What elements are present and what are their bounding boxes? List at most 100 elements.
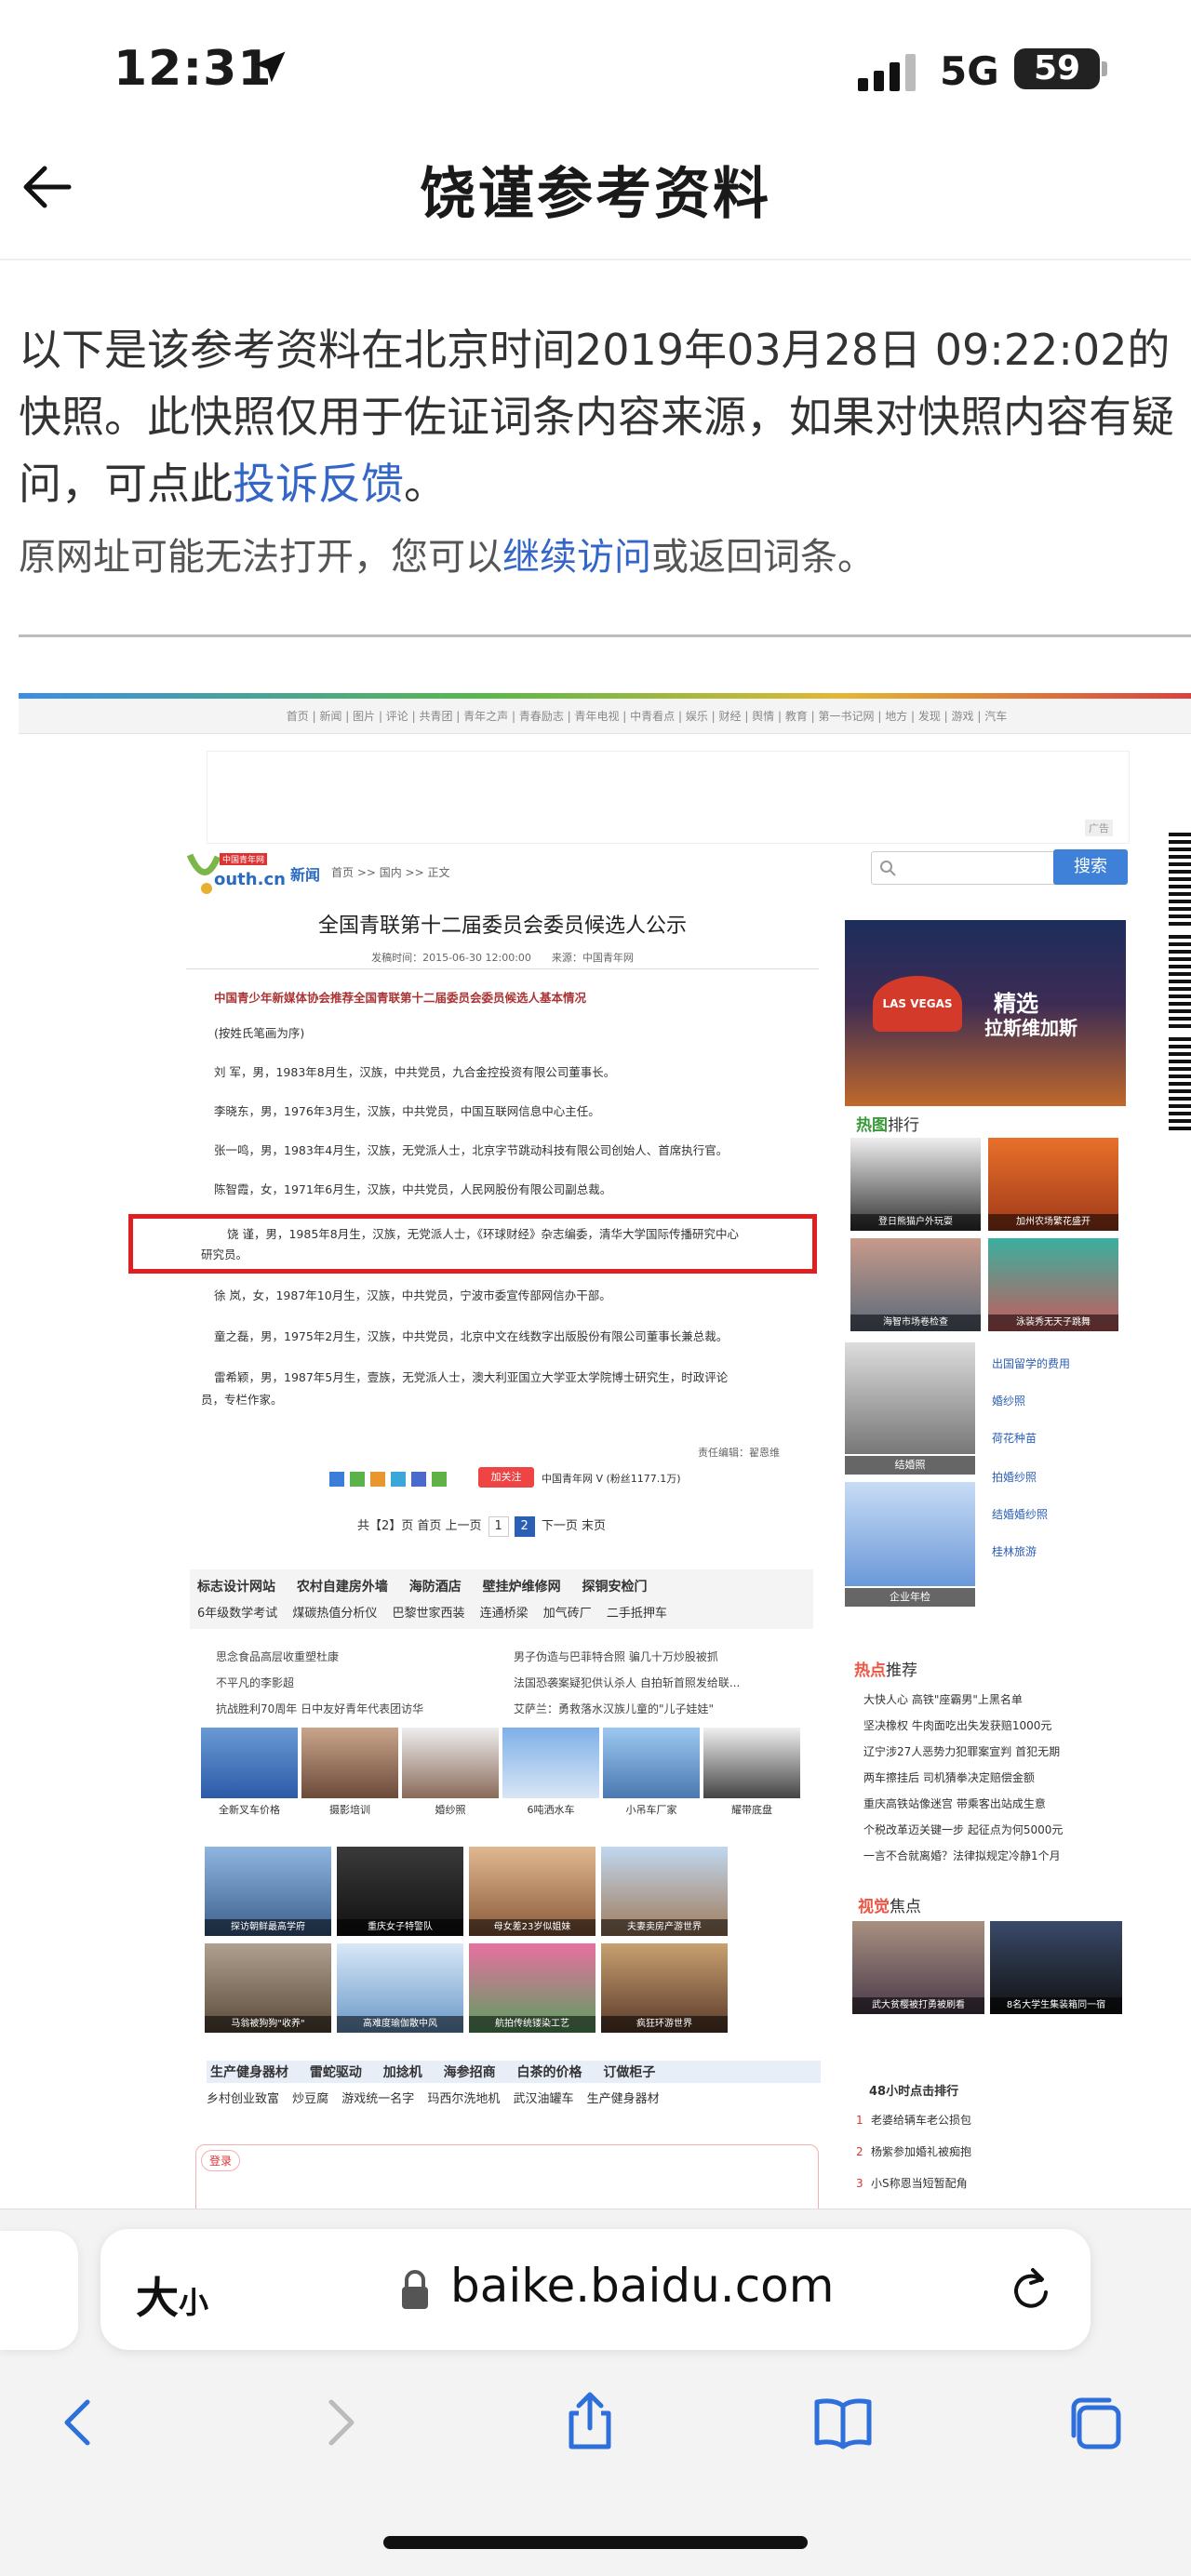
hot-recommend-link[interactable]: 坚决橡权 牛肉面吃出失发获赔1000元: [863, 1713, 1051, 1739]
news-photo[interactable]: 疯狂环游世界: [601, 1943, 728, 2033]
news-photo[interactable]: 航拍传统镂染工艺: [469, 1943, 596, 2033]
truck-image[interactable]: [502, 1728, 599, 1798]
url-text[interactable]: baike.baidu.com: [450, 2259, 834, 2313]
side-link[interactable]: 拍婚纱照: [992, 1469, 1037, 1485]
status-bar: 12:31 5G 59: [0, 0, 1191, 140]
hot-image[interactable]: 海智市场卷检查: [850, 1238, 981, 1331]
side-link[interactable]: 婚纱照: [992, 1393, 1025, 1408]
rank-link[interactable]: 小S称恩当短暂配角: [871, 2170, 968, 2196]
hot-image[interactable]: 泳装秀无天子跳舞: [988, 1238, 1118, 1331]
title-rest: 排行: [888, 1116, 919, 1135]
crane-image[interactable]: [603, 1728, 700, 1798]
thumb-caption[interactable]: 小吊车厂家: [603, 1802, 700, 1817]
page-1-button[interactable]: 1: [488, 1516, 509, 1537]
rank-num: 2: [856, 2145, 863, 2158]
chassis-image[interactable]: [703, 1728, 800, 1798]
side-link[interactable]: 结婚婚纱照: [992, 1506, 1048, 1522]
side-link[interactable]: 出国留学的费用: [992, 1355, 1070, 1371]
news-link[interactable]: 法国恐袭案疑犯供认杀人 自拍斩首照发给联...: [514, 1670, 740, 1696]
ad-subline: 拉斯维加斯: [984, 1017, 1077, 1039]
text-size-button[interactable]: 大小: [136, 2264, 208, 2326]
logo-badge: 中国青年网: [220, 853, 268, 865]
site-search-input[interactable]: [871, 851, 1079, 885]
news-link[interactable]: 艾萨兰：勇救落水汉族儿童的"儿子娃娃": [514, 1696, 714, 1722]
business-ad-image[interactable]: [845, 1482, 975, 1586]
hot-recommend-link[interactable]: 一言不合就离婚？法律拟规定冷静1个月: [863, 1843, 1061, 1869]
news-link[interactable]: 不平凡的李影超: [216, 1670, 294, 1696]
news-photo[interactable]: 高难度瑜伽散中风: [337, 1943, 463, 2033]
person-entry: 李晓东，男，1976年3月生，汉族，中共党员，中国互联网信息中心主任。: [214, 1104, 600, 1118]
hot-recommend-link[interactable]: 重庆高铁站像迷宫 带乘客出站成生意: [863, 1791, 1046, 1817]
article-title: 全国青联第十二届委员会委员候选人公示: [317, 914, 687, 938]
hot-recommend-link[interactable]: 辽宁涉27人恶势力犯罪案宣判 首犯无期: [863, 1739, 1060, 1765]
thumb-caption[interactable]: 6吨洒水车: [502, 1802, 599, 1817]
previous-tab-preview[interactable]: [0, 2231, 78, 2350]
back-arrow-icon[interactable]: [15, 154, 80, 220]
signal-bars-icon: [858, 54, 916, 91]
news-photo[interactable]: 重庆女子特警队: [337, 1847, 463, 1936]
visual-photo[interactable]: 8名大学生集装箱同一宿: [990, 1921, 1122, 2014]
share-icons[interactable]: [329, 1469, 460, 1489]
page-2-button[interactable]: 2: [514, 1516, 535, 1537]
rank-link[interactable]: 杨紫参加婚礼被痴抱: [871, 2139, 971, 2165]
rank-link[interactable]: 老婆给辆车老公损包: [871, 2107, 971, 2133]
thumb-caption[interactable]: 婚纱照: [402, 1802, 499, 1817]
login-button[interactable]: 登录: [201, 2150, 241, 2171]
title-accent: 视觉: [858, 1898, 890, 1916]
comment-box[interactable]: [195, 2144, 819, 2209]
side-link[interactable]: 桂林旅游: [992, 1543, 1037, 1559]
editor-credit: 责任编辑：翟恩维: [698, 1447, 780, 1459]
header-divider: [0, 259, 1191, 260]
hot-recommend-link[interactable]: 个税改革迈关键一步 起征点为何5000元: [863, 1817, 1063, 1843]
news-link[interactable]: 男子伪造与巴菲特合照 骗几十万炒股被抓: [514, 1644, 718, 1670]
news-photo[interactable]: 探访朝鲜最高学府: [205, 1847, 331, 1936]
hot-image[interactable]: 加州农场繁花盛开: [988, 1138, 1118, 1231]
pager-prefix[interactable]: 共【2】页 首页 上一页: [357, 1519, 482, 1533]
person-entry: 张一鸣，男，1983年4月生，汉族，无党派人士，北京字节跳动科技有限公司创始人、…: [214, 1143, 729, 1157]
pager-suffix[interactable]: 下一页 末页: [542, 1519, 606, 1533]
vegas-ad[interactable]: LAS VEGAS 精选 拉斯维加斯: [845, 920, 1126, 1106]
hot-recommend-link[interactable]: 大快人心 高铁"座霸男"上黑名单: [863, 1687, 1023, 1713]
notice-line-3-end: 。: [404, 459, 447, 509]
keyword-row[interactable]: 乡村创业致富 炒豆腐 游戏统一名字 玛西尔洗地机 武汉油罐车 生产健身器材: [207, 2089, 821, 2106]
wedding-ad-image[interactable]: [845, 1342, 975, 1454]
home-indicator: [383, 2536, 808, 2549]
reload-icon[interactable]: [1005, 2264, 1057, 2316]
hot-recommend-link[interactable]: 两车擦挂后 司机猜拳决定赔偿金额: [863, 1765, 1035, 1791]
bookmarks-icon[interactable]: [808, 2387, 878, 2458]
news-link[interactable]: 抗战胜利70周年 日中友好青年代表团访华: [216, 1696, 423, 1722]
visual-photo[interactable]: 武大贫樱被打勇被刷看: [852, 1921, 984, 2014]
news-photo[interactable]: 马翁被狗狗"收养": [205, 1943, 331, 2033]
complaint-feedback-link[interactable]: 投诉反馈: [233, 459, 404, 509]
tabs-icon[interactable]: [1061, 2387, 1131, 2458]
logo-section: 新闻: [290, 866, 321, 884]
news-photo[interactable]: 母女差23岁似姐妹: [469, 1847, 596, 1936]
continue-visit-link[interactable]: 继续访问: [502, 536, 651, 579]
share-icon[interactable]: [555, 2387, 625, 2458]
divider: [19, 634, 1191, 637]
back-icon[interactable]: [45, 2387, 115, 2458]
thumb-caption[interactable]: 耀带底盘: [703, 1802, 800, 1817]
bus-image[interactable]: [201, 1728, 298, 1798]
portrait-image[interactable]: [301, 1728, 398, 1798]
keyword-row[interactable]: 生产健身器材 雷蛇驱动 加捻机 海参招商 白茶的价格 订做柜子: [207, 2061, 821, 2083]
news-link[interactable]: 思念食品高层收重塑杜康: [216, 1644, 339, 1670]
highlight-box: [128, 1214, 817, 1274]
thumb-caption[interactable]: 全新叉车价格: [201, 1802, 298, 1817]
photo-caption: 高难度瑜伽散中风: [337, 2016, 463, 2033]
thumb-caption[interactable]: 摄影培训: [301, 1802, 398, 1817]
breadcrumb[interactable]: 首页 >> 国内 >> 正文: [331, 864, 449, 880]
keyword-row[interactable]: 6年级数学考试 煤碳热值分析仪 巴黎世家西装 连通桥梁 加气砖厂 二手抵押车: [197, 1603, 811, 1621]
rank-num: 3: [856, 2177, 863, 2190]
news-photo[interactable]: 夫妻卖房产游世界: [601, 1847, 728, 1936]
hot-image[interactable]: 登日熊猫户外玩耍: [850, 1138, 981, 1231]
side-link[interactable]: 荷花种苗: [992, 1430, 1037, 1446]
search-button[interactable]: 搜索: [1053, 849, 1128, 885]
follow-button[interactable]: 加关注: [478, 1467, 534, 1488]
site-top-nav[interactable]: 首页 | 新闻 | 图片 | 评论 | 共青团 | 青年之声 | 青春励志 | …: [19, 699, 1191, 734]
forward-icon[interactable]: [303, 2387, 374, 2458]
keyword-row[interactable]: 标志设计网站 农村自建房外墙 海防酒店 壁挂炉维修网 探铜安检门: [197, 1577, 811, 1595]
wedding-image[interactable]: [402, 1728, 499, 1798]
page-title: 饶谨参考资料: [420, 162, 771, 227]
notice-line-2: 快照。此快照仅用于佐证词条内容来源，如果对快照内容有疑: [19, 392, 1174, 442]
